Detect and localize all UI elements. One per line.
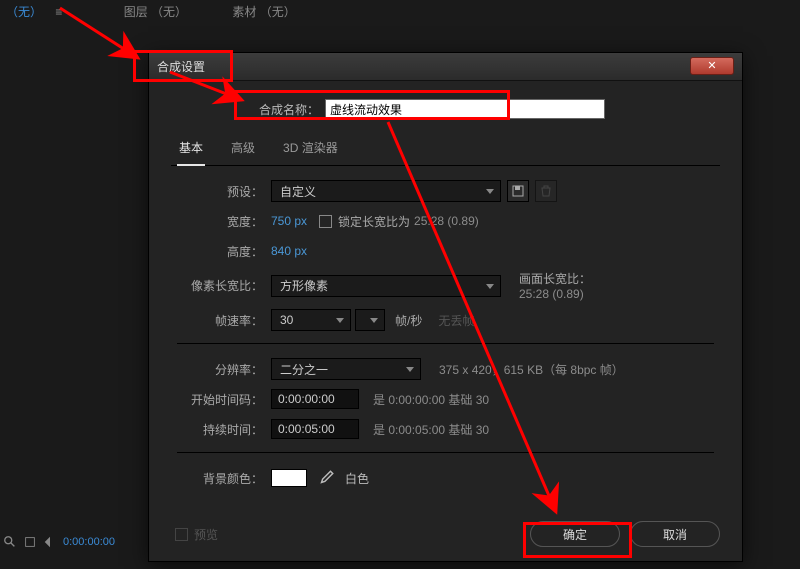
- duration-label: 持续时间：: [177, 421, 263, 438]
- fps-dropdown-icon[interactable]: [355, 309, 385, 331]
- bgcolor-name: 白色: [345, 470, 369, 487]
- start-tc-info: 是 0:00:00:00 基础 30: [373, 391, 489, 408]
- lock-aspect-checkbox[interactable]: [319, 215, 332, 228]
- width-value[interactable]: 750 px: [271, 214, 307, 228]
- timeline-timecode[interactable]: 0:00:00:00: [63, 536, 115, 548]
- duration-input[interactable]: 0:00:05:00: [271, 419, 359, 439]
- settings-tabs: 基本 高级 3D 渲染器: [171, 133, 720, 166]
- menu-icon[interactable]: ≡: [55, 5, 62, 19]
- delete-preset-button: [535, 180, 557, 202]
- fps-dropframe: 无丢帧: [438, 312, 474, 329]
- top-none[interactable]: （无）: [6, 5, 42, 19]
- preview-checkbox: [175, 528, 188, 541]
- start-tc-label: 开始时间码：: [177, 391, 263, 408]
- lock-aspect-ratio: 25:28 (0.89): [414, 214, 479, 228]
- lock-aspect-label: 锁定长宽比为: [338, 213, 410, 230]
- height-label: 高度：: [177, 243, 263, 260]
- tab-basic[interactable]: 基本: [177, 133, 205, 166]
- fps-select[interactable]: 30: [271, 309, 351, 331]
- search-icon[interactable]: [3, 535, 17, 549]
- close-icon: ✕: [707, 60, 716, 72]
- preview-label: 预览: [194, 526, 218, 543]
- composition-settings-dialog: 合成设置 ✕ 合成名称： 基本 高级 3D 渲染器 预设： 自定义: [148, 52, 743, 562]
- close-button[interactable]: ✕: [690, 57, 734, 75]
- fps-label: 帧速率：: [177, 312, 263, 329]
- eyedropper-icon[interactable]: [317, 469, 335, 487]
- icon-c[interactable]: [43, 535, 57, 549]
- start-tc-input[interactable]: 0:00:00:00: [271, 389, 359, 409]
- top-asset[interactable]: 素材 （无）: [232, 5, 295, 19]
- resolution-info: 375 x 420，615 KB（每 8bpc 帧）: [439, 361, 624, 378]
- screen-aspect-value: 25:28 (0.89): [519, 287, 591, 301]
- marker-icon[interactable]: [23, 535, 37, 549]
- screen-aspect-label: 画面长宽比：: [519, 270, 591, 287]
- dialog-titlebar[interactable]: 合成设置 ✕: [149, 53, 742, 81]
- preset-label: 预设：: [177, 183, 263, 200]
- width-label: 宽度：: [177, 213, 263, 230]
- resolution-label: 分辨率：: [177, 361, 263, 378]
- fps-unit: 帧/秒: [395, 312, 422, 329]
- app-top-menu: （无） ≡ 图层 （无） 素材 （无）: [0, 3, 800, 19]
- save-preset-button[interactable]: [507, 180, 529, 202]
- height-value[interactable]: 840 px: [271, 244, 307, 258]
- duration-info: 是 0:00:05:00 基础 30: [373, 421, 489, 438]
- cancel-button[interactable]: 取消: [630, 521, 720, 547]
- bgcolor-label: 背景颜色：: [177, 470, 263, 487]
- comp-name-input[interactable]: [325, 99, 605, 119]
- tab-3d-renderer[interactable]: 3D 渲染器: [281, 133, 340, 165]
- comp-name-label: 合成名称：: [259, 101, 319, 118]
- par-label: 像素长宽比：: [177, 277, 263, 294]
- par-select[interactable]: 方形像素: [271, 275, 501, 297]
- ok-button[interactable]: 确定: [530, 521, 620, 547]
- top-layer[interactable]: 图层 （无）: [124, 5, 187, 19]
- bgcolor-chip[interactable]: [271, 469, 307, 487]
- resolution-select[interactable]: 二分之一: [271, 358, 421, 380]
- tab-advanced[interactable]: 高级: [229, 133, 257, 165]
- preset-select[interactable]: 自定义: [271, 180, 501, 202]
- dialog-title: 合成设置: [157, 58, 205, 75]
